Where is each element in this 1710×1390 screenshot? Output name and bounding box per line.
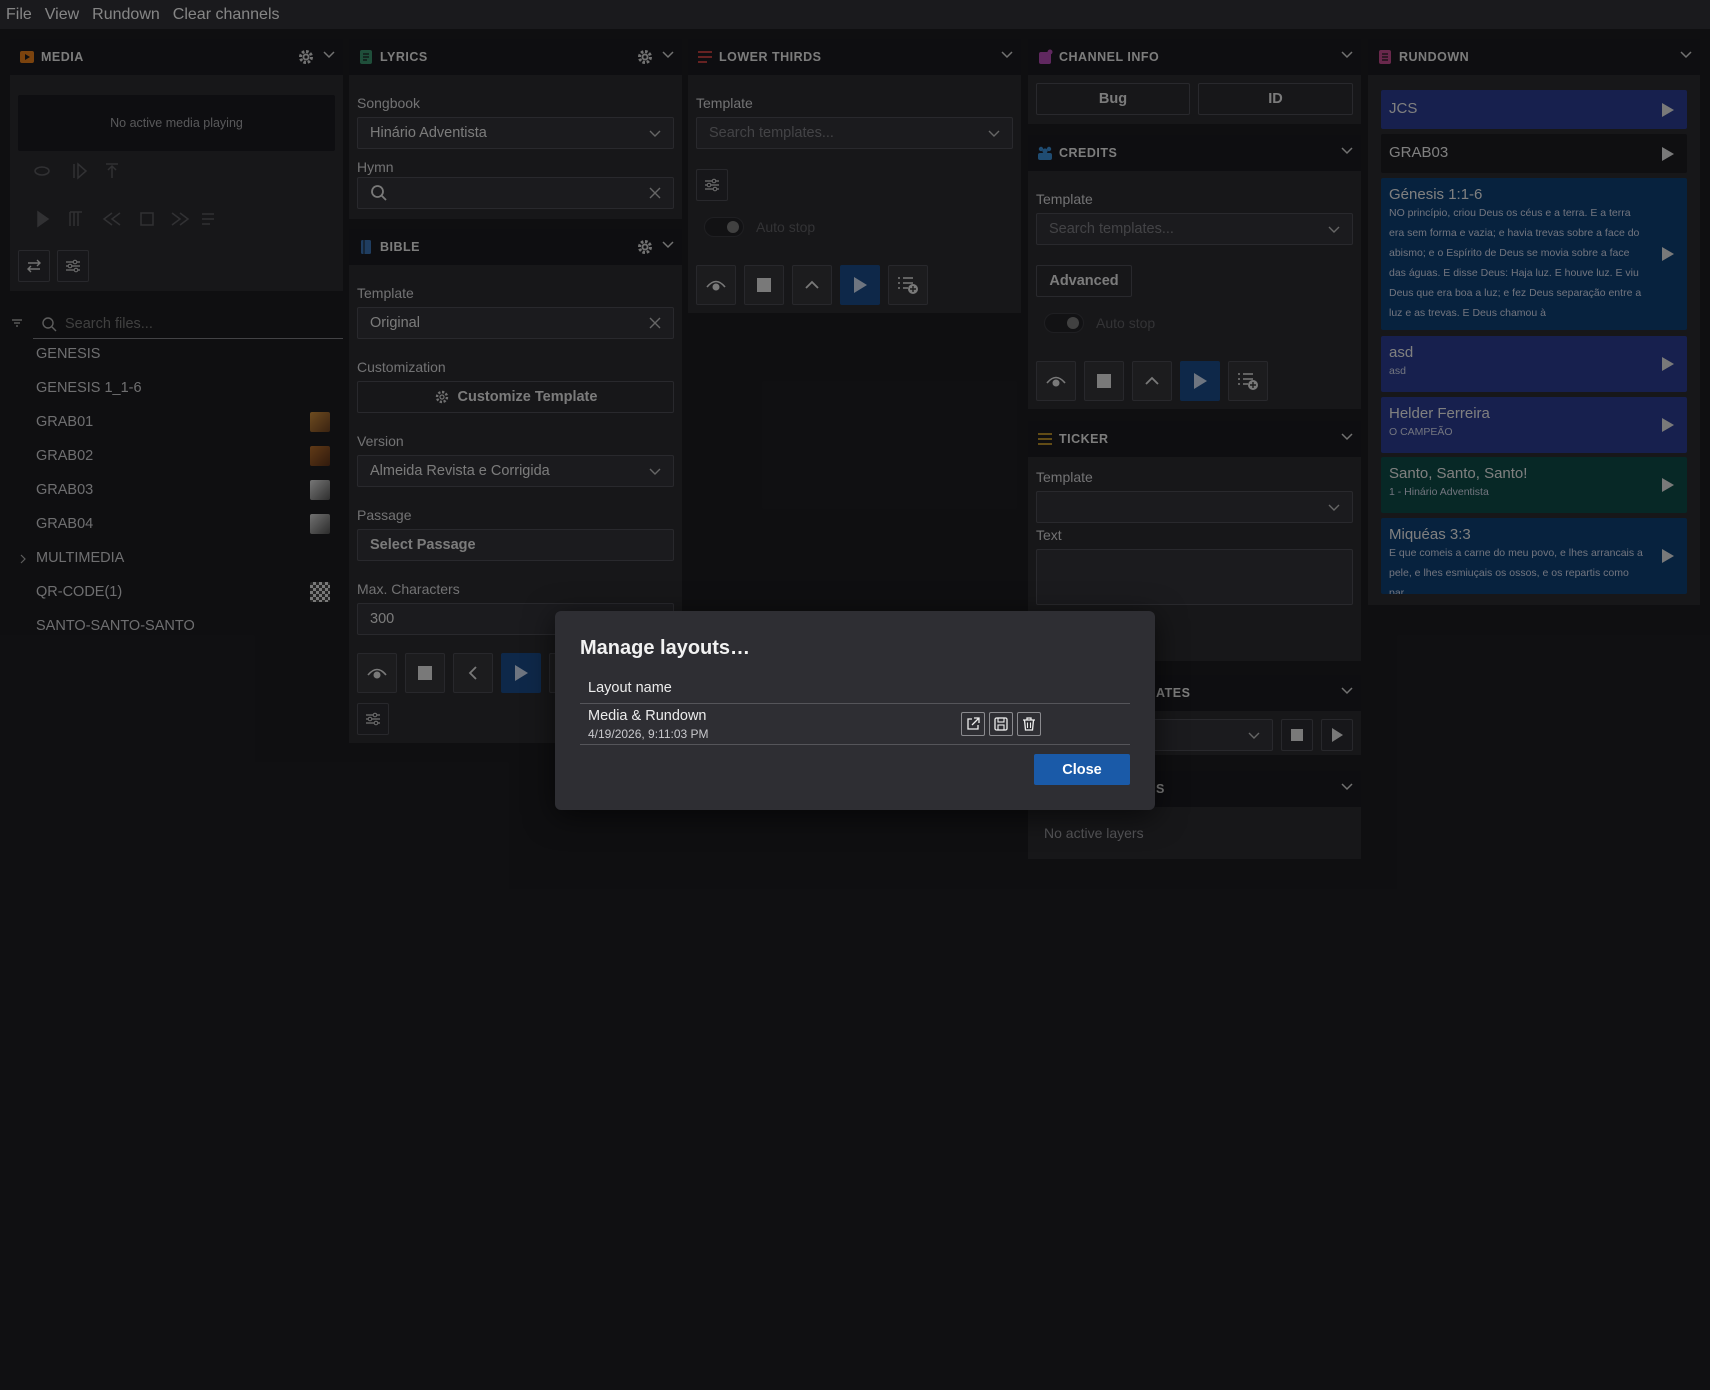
manage-layouts-dialog: Manage layouts… Layout name Media & Rund… — [555, 611, 1155, 810]
delete-layout-button[interactable] — [1017, 712, 1041, 736]
dialog-title: Manage layouts… — [580, 637, 751, 659]
close-button-label: Close — [1062, 761, 1102, 778]
layout-name: Media & Rundown — [588, 708, 707, 724]
save-icon — [994, 717, 1008, 731]
layout-date: 4/19/2026, 9:11:03 PM — [588, 727, 709, 741]
trash-icon — [1023, 717, 1035, 731]
layout-name-column-header: Layout name — [588, 680, 672, 696]
table-row: Media & Rundown 4/19/2026, 9:11:03 PM — [580, 704, 1130, 745]
save-layout-button[interactable] — [989, 712, 1013, 736]
external-link-icon — [967, 717, 980, 730]
layout-table-header: Layout name — [580, 671, 1130, 704]
load-layout-button[interactable] — [961, 712, 985, 736]
close-button[interactable]: Close — [1034, 754, 1130, 785]
